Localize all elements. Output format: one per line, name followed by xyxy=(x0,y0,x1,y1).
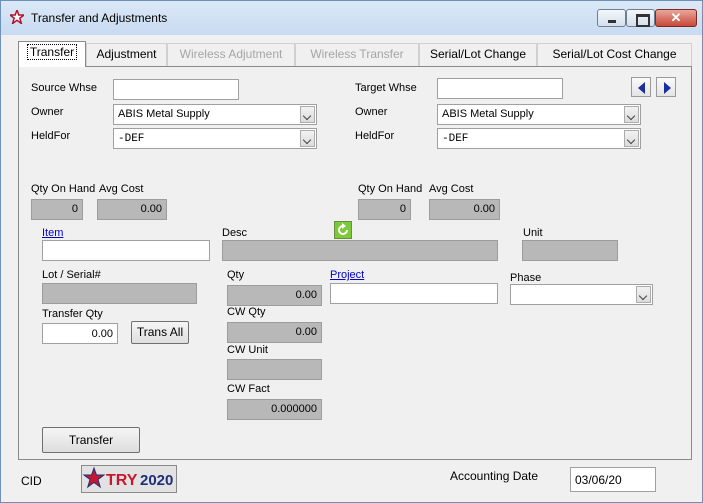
try2020-logo: TRY 2020 xyxy=(81,465,177,493)
source-qty-on-hand-value: 0 xyxy=(31,199,83,220)
qty-value: 0.00 xyxy=(227,285,322,306)
trans-all-button[interactable]: Trans All xyxy=(131,321,189,344)
target-owner-label: Owner xyxy=(355,106,388,118)
chevron-down-icon xyxy=(624,130,639,147)
previous-record-button[interactable] xyxy=(631,77,651,97)
unit-field xyxy=(522,240,618,261)
minimize-icon xyxy=(598,10,625,26)
tab-transfer[interactable]: Transfer xyxy=(18,41,86,67)
source-owner-label: Owner xyxy=(31,106,64,118)
maximize-button[interactable] xyxy=(626,9,655,27)
chevron-down-icon xyxy=(300,106,315,123)
target-qty-on-hand-label: Qty On Hand xyxy=(358,183,423,195)
refresh-icon xyxy=(338,223,348,235)
minimize-button[interactable] xyxy=(597,9,626,27)
tab-serial-lot-change[interactable]: Serial/Lot Change xyxy=(419,43,537,66)
source-whse-label: Source Whse xyxy=(31,82,98,94)
try2020-logo-image: TRY 2020 xyxy=(82,466,173,489)
arrow-left-icon xyxy=(638,82,645,94)
transfer-qty-input[interactable] xyxy=(42,323,118,344)
tab-adjustment[interactable]: Adjustment xyxy=(86,43,167,66)
close-button[interactable]: ✕ xyxy=(655,9,697,27)
transfer-button[interactable]: Transfer xyxy=(42,427,140,453)
project-input[interactable] xyxy=(330,283,498,304)
lot-serial-label: Lot / Serial# xyxy=(42,269,101,281)
accounting-date-label: Accounting Date xyxy=(450,469,539,483)
target-heldfor-select[interactable]: -DEF xyxy=(437,128,641,149)
desc-label: Desc xyxy=(222,227,248,239)
target-heldfor-label: HeldFor xyxy=(355,130,395,142)
tab-wireless-transfer: Wireless Transfer xyxy=(295,43,419,66)
cw-unit-field xyxy=(227,359,322,380)
qty-label: Qty xyxy=(227,269,245,281)
tab-serial-lot-cost-change[interactable]: Serial/Lot Cost Change xyxy=(537,43,692,66)
source-heldfor-select[interactable]: -DEF xyxy=(113,128,317,149)
svg-text:2020: 2020 xyxy=(140,472,173,489)
target-owner-select[interactable]: ABIS Metal Supply xyxy=(437,104,641,125)
phase-label: Phase xyxy=(510,272,542,284)
source-owner-select[interactable]: ABIS Metal Supply xyxy=(113,104,317,125)
cw-fact-label: CW Fact xyxy=(227,383,270,395)
window-title: Transfer and Adjustments xyxy=(31,11,168,25)
next-record-button[interactable] xyxy=(656,77,676,97)
accounting-date-input[interactable] xyxy=(570,467,656,492)
cw-unit-label: CW Unit xyxy=(227,344,268,356)
target-qty-on-hand-value: 0 xyxy=(358,199,411,220)
source-whse-input[interactable] xyxy=(113,79,239,100)
transfer-adjustments-window: Transfer and Adjustments ✕ Transfer Adju… xyxy=(0,0,703,503)
cw-qty-label: CW Qty xyxy=(227,306,266,318)
item-link[interactable]: Item xyxy=(42,227,63,239)
desc-field xyxy=(222,240,498,261)
chevron-down-icon xyxy=(300,130,315,147)
svg-text:TRY: TRY xyxy=(106,472,138,489)
lot-serial-field xyxy=(42,283,197,304)
target-avg-cost-label: Avg Cost xyxy=(429,183,474,195)
maximize-icon xyxy=(627,10,654,27)
cid-label: CID xyxy=(21,474,42,488)
target-avg-cost-value: 0.00 xyxy=(429,199,500,220)
source-heldfor-label: HeldFor xyxy=(31,130,71,142)
title-bar: Transfer and Adjustments ✕ xyxy=(1,1,702,35)
target-whse-label: Target Whse xyxy=(355,82,417,94)
phase-select[interactable] xyxy=(510,284,653,305)
refresh-button[interactable] xyxy=(334,221,352,239)
transfer-panel xyxy=(18,66,692,460)
red-star-icon xyxy=(10,10,24,24)
source-avg-cost-value: 0.00 xyxy=(97,199,167,220)
project-link[interactable]: Project xyxy=(330,269,364,281)
item-input[interactable] xyxy=(42,240,210,261)
tab-wireless-adjutment: Wireless Adjutment xyxy=(167,43,295,66)
chevron-down-icon xyxy=(624,106,639,123)
cw-fact-value: 0.000000 xyxy=(227,399,322,420)
source-qty-on-hand-label: Qty On Hand xyxy=(31,183,96,195)
cw-qty-value: 0.00 xyxy=(227,322,322,343)
source-avg-cost-label: Avg Cost xyxy=(99,183,144,195)
target-whse-input[interactable] xyxy=(437,78,563,99)
chevron-down-icon xyxy=(636,286,651,303)
unit-label: Unit xyxy=(523,227,543,239)
close-icon: ✕ xyxy=(670,10,682,25)
transfer-qty-label: Transfer Qty xyxy=(42,308,103,320)
arrow-right-icon xyxy=(664,82,671,94)
